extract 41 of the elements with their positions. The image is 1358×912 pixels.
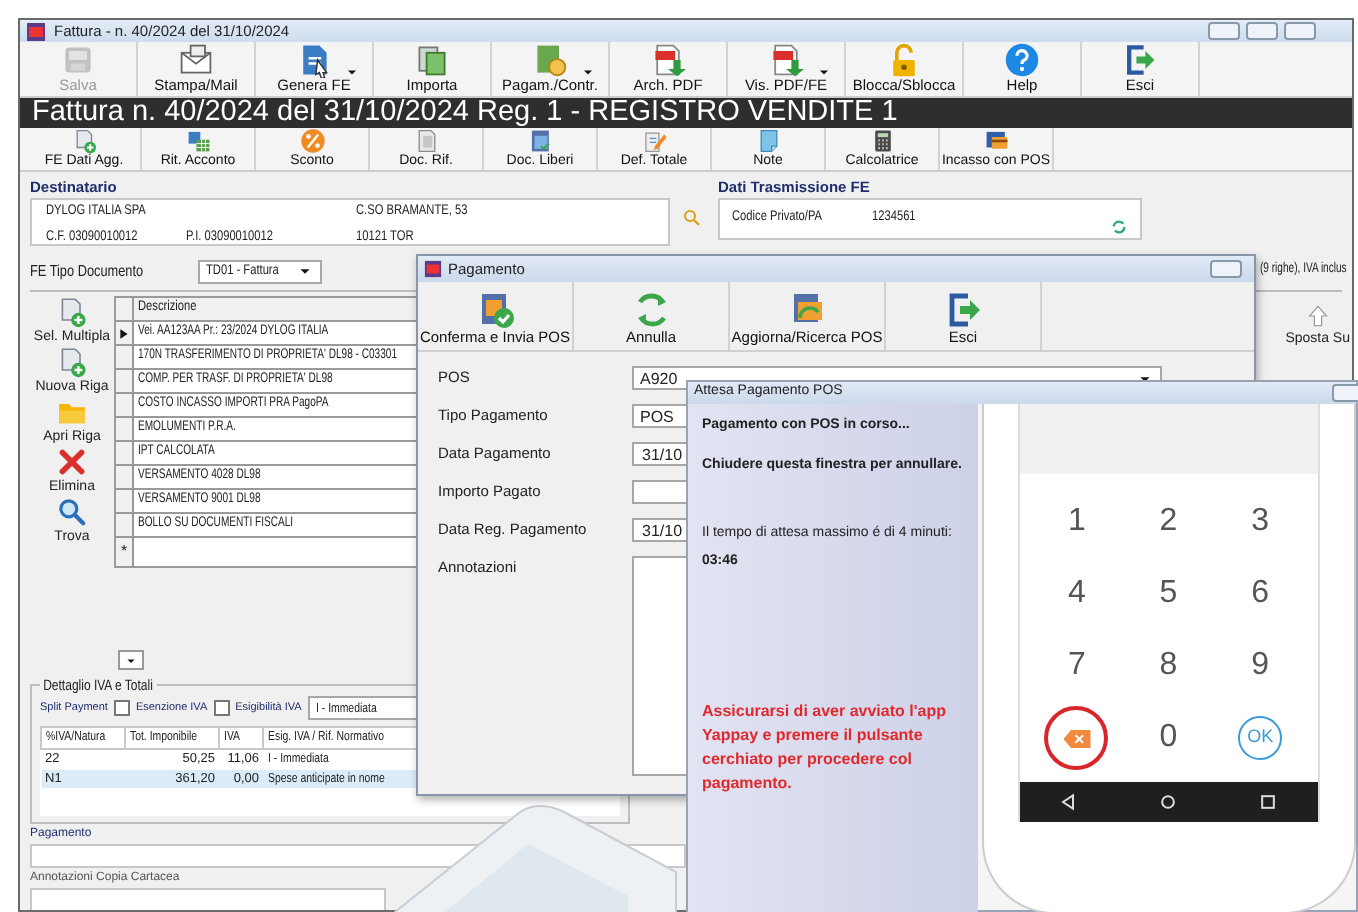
up-arrow-icon[interactable] [1305,304,1330,328]
field-label: FE Tipo Documento [30,259,144,283]
home-icon[interactable] [1158,792,1179,812]
document-banner: Fattura n. 40/2024 del 31/10/2024 Reg. 1 - REGISTRO VENDITE 1 [20,97,1352,128]
search-icon[interactable] [682,207,702,228]
keypad-key[interactable]: 9 [1251,630,1270,702]
warning-text: Assicurarsi di aver avviato l'app Yappay e premere il pulsante cerchiato per procedere col pagamento. [702,700,948,796]
keypad-key[interactable]: 7 [1067,630,1086,702]
keypad-key[interactable]: 1 [1067,486,1086,558]
close-button[interactable] [1284,22,1316,41]
search-icon [55,496,88,528]
keypad-key[interactable]: 3 [1251,486,1270,558]
keypad-key[interactable]: 5 [1159,558,1178,630]
keypad-key[interactable]: 0 [1159,702,1178,774]
sync-icon[interactable] [1110,218,1128,236]
checkbox[interactable] [113,700,130,716]
back-icon[interactable] [1058,792,1079,812]
banknote-icon [532,42,568,79]
exit-icon [1122,42,1158,79]
keypad-key[interactable]: 4 [1067,558,1086,630]
note-icon [755,127,781,154]
checkbox[interactable] [213,700,230,716]
delete-icon [55,446,88,478]
folder-icon [527,127,553,154]
recents-icon[interactable] [1258,792,1279,812]
new-row-marker: * [118,540,130,564]
minimize-button[interactable] [1208,22,1240,41]
calculator-icon [869,127,895,154]
backspace-icon [1061,727,1092,749]
delete-key[interactable] [1044,706,1109,770]
keypad-key[interactable]: 6 [1251,558,1270,630]
card-terminal-icon [983,127,1009,154]
close-button[interactable] [1210,260,1242,278]
dropdown-button[interactable] [118,650,144,670]
app-icon [26,21,46,42]
keypad-key[interactable]: 2 [1159,486,1178,558]
notes-field[interactable] [30,888,386,910]
keypad-key[interactable]: 8 [1159,630,1178,702]
maximize-button[interactable] [1246,22,1278,41]
app-icon [424,260,442,278]
close-button[interactable] [1332,384,1358,402]
